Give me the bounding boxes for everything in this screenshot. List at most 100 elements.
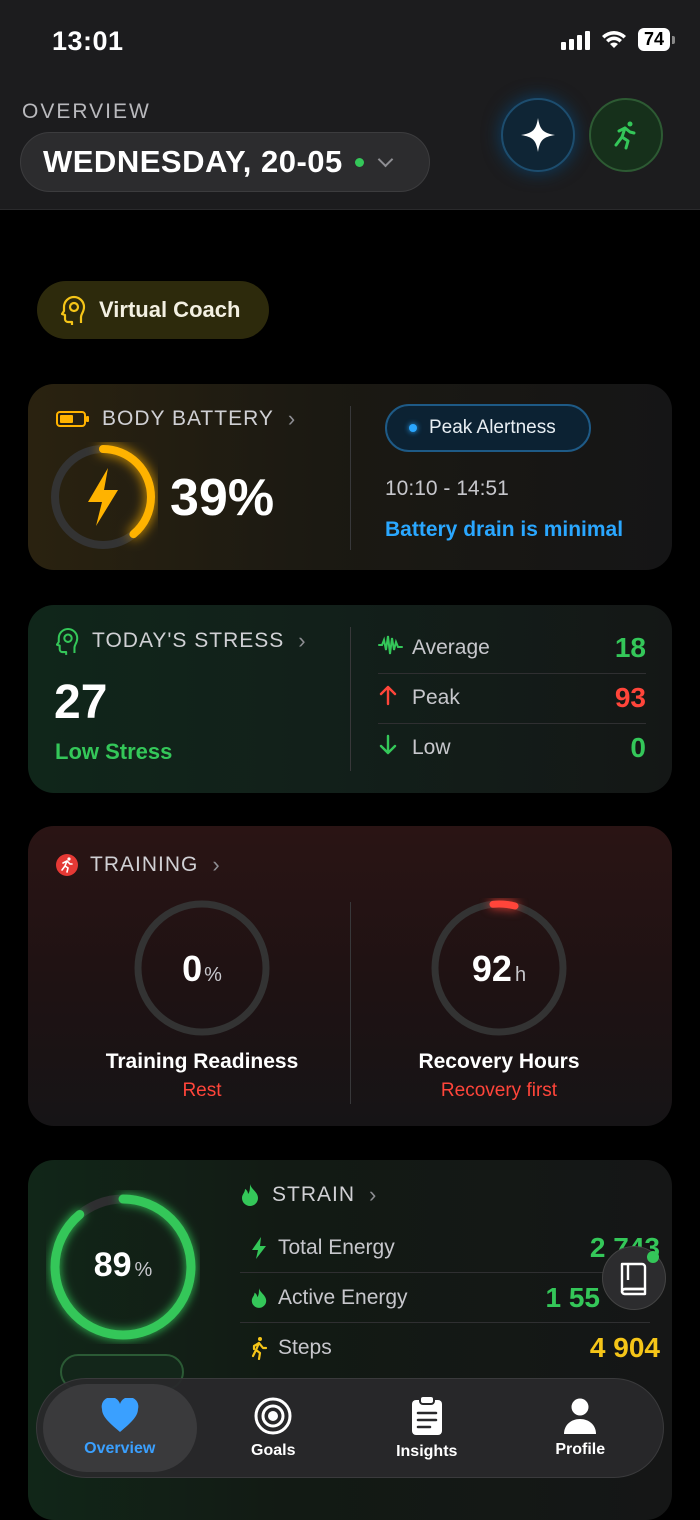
- strain-row-value: 1 55: [545, 1282, 601, 1313]
- date-text: WEDNESDAY, 20-05: [43, 144, 343, 179]
- battery-message: Battery drain is minimal: [385, 518, 624, 541]
- divider: [350, 406, 351, 550]
- recovery-unit: h: [514, 964, 527, 986]
- readiness-number: 0: [182, 948, 203, 989]
- waveform-icon: [378, 635, 403, 655]
- flame-icon: [251, 1288, 267, 1308]
- chevron-right-icon: ›: [287, 406, 297, 431]
- battery-icon: [56, 411, 89, 427]
- recovery-hours-value: 92 h: [429, 948, 569, 990]
- lightning-icon: [252, 1237, 266, 1259]
- training-card[interactable]: TRAINING › 0% Training Readiness Rest 92…: [28, 826, 672, 1126]
- body-battery-ring: [51, 445, 155, 549]
- chevron-down-icon: [377, 151, 394, 167]
- virtual-coach-label: Virtual Coach: [99, 297, 241, 322]
- tab-overview[interactable]: Overview: [43, 1384, 197, 1472]
- strain-title-text: STRAIN: [272, 1183, 356, 1206]
- stress-value: 27: [54, 676, 108, 729]
- tab-label: Overview: [84, 1440, 156, 1457]
- stress-level-label: Low Stress: [55, 739, 173, 764]
- status-indicators: 74: [560, 28, 676, 51]
- body-battery-title[interactable]: BODY BATTERY ›: [56, 406, 296, 432]
- journal-button[interactable]: [602, 1246, 666, 1310]
- tab-label: Goals: [251, 1442, 296, 1459]
- peak-alertness-badge[interactable]: Peak Alertness: [385, 404, 591, 452]
- running-icon: [614, 121, 636, 150]
- strain-row-label: Active Energy: [278, 1286, 408, 1309]
- strain-row-total-energy: Total Energy 2 743: [240, 1223, 660, 1273]
- alertness-time-range: 10:10 - 14:51: [385, 477, 509, 500]
- stress-row-peak: Peak 93: [378, 673, 646, 723]
- tab-insights[interactable]: Insights: [350, 1384, 504, 1472]
- notification-dot: [647, 1251, 659, 1263]
- start-workout-button[interactable]: [589, 98, 663, 172]
- recovery-hours-status: Recovery first: [440, 1080, 558, 1101]
- status-time: 13:01: [52, 26, 124, 56]
- recovery-hours-label: Recovery Hours: [418, 1050, 580, 1073]
- strain-unit: %: [134, 1259, 153, 1281]
- body-battery-card[interactable]: BODY BATTERY › 39% Peak Alertness 10:10 …: [28, 384, 672, 570]
- divider: [350, 627, 351, 771]
- strain-row-active-energy: Active Energy 1 55: [240, 1273, 660, 1323]
- sync-status-dot: [354, 157, 364, 167]
- strain-value: 89%: [46, 1246, 200, 1285]
- training-title[interactable]: TRAINING ›: [56, 852, 221, 878]
- chevron-right-icon: ›: [212, 852, 221, 877]
- battery-indicator: 74: [637, 28, 676, 51]
- stress-row-low: Low 0: [378, 723, 646, 773]
- training-readiness-label: Training Readiness: [105, 1050, 299, 1073]
- strain-row-steps: Steps 4 904: [240, 1323, 660, 1373]
- stress-row-label: Average: [412, 636, 490, 659]
- arrow-down-icon: [379, 734, 397, 755]
- peak-alertness-label: Peak Alertness: [429, 417, 556, 438]
- stress-row-label: Low: [412, 736, 451, 759]
- chevron-right-icon: ›: [369, 1182, 378, 1207]
- overview-label: OVERVIEW: [22, 100, 151, 123]
- stress-title[interactable]: TODAY'S STRESS ›: [56, 627, 307, 655]
- cellular-signal-icon: [560, 30, 590, 50]
- recovery-number: 92: [471, 948, 512, 989]
- arrow-up-icon: [379, 685, 397, 706]
- stress-row-value: 18: [614, 632, 646, 663]
- strain-row-value: 4 904: [589, 1332, 660, 1363]
- running-badge-icon: [56, 854, 78, 876]
- tab-profile[interactable]: Profile: [504, 1384, 658, 1472]
- strain-title[interactable]: STRAIN ›: [240, 1182, 377, 1208]
- wifi-icon: [601, 30, 626, 48]
- date-selector[interactable]: WEDNESDAY, 20-05: [20, 132, 430, 192]
- training-readiness-status: Rest: [182, 1080, 222, 1101]
- readiness-unit: %: [204, 964, 222, 986]
- tab-goals[interactable]: Goals: [197, 1384, 351, 1472]
- top-header: 13:01 74 OVERVIEW WEDNESDAY, 20-05: [0, 0, 700, 210]
- body-battery-value: 39%: [170, 469, 275, 527]
- heart-icon: [101, 1398, 139, 1432]
- stress-row-value: 0: [630, 732, 646, 763]
- flame-icon: [242, 1184, 258, 1206]
- strain-row-label: Total Energy: [278, 1236, 395, 1259]
- target-icon: [254, 1397, 292, 1435]
- body-battery-title-text: BODY BATTERY: [102, 407, 274, 430]
- stress-row-value: 93: [614, 682, 646, 713]
- tab-label: Insights: [396, 1443, 458, 1460]
- strain-row-label: Steps: [278, 1336, 332, 1359]
- brain-head-icon: [56, 627, 79, 655]
- book-icon: [620, 1262, 647, 1296]
- stress-card[interactable]: TODAY'S STRESS › 27 Low Stress Average 1…: [28, 605, 672, 793]
- chevron-right-icon: ›: [298, 628, 307, 653]
- training-readiness-value: 0%: [132, 948, 272, 990]
- virtual-coach-button[interactable]: Virtual Coach: [37, 281, 269, 339]
- stress-row-average: Average 18: [378, 623, 646, 673]
- walking-icon: [251, 1337, 268, 1360]
- tab-label: Profile: [555, 1441, 606, 1458]
- ai-assistant-button[interactable]: [501, 98, 575, 172]
- strain-number: 89: [93, 1246, 132, 1284]
- person-icon: [564, 1398, 597, 1434]
- stress-title-text: TODAY'S STRESS: [92, 629, 285, 652]
- training-title-text: TRAINING: [90, 853, 199, 876]
- clipboard-icon: [411, 1395, 442, 1435]
- stress-row-label: Peak: [412, 686, 460, 709]
- brain-head-icon: [61, 295, 86, 325]
- sparkle-icon: [521, 118, 555, 152]
- lightning-icon: [88, 468, 118, 526]
- alertness-dot: [409, 424, 417, 432]
